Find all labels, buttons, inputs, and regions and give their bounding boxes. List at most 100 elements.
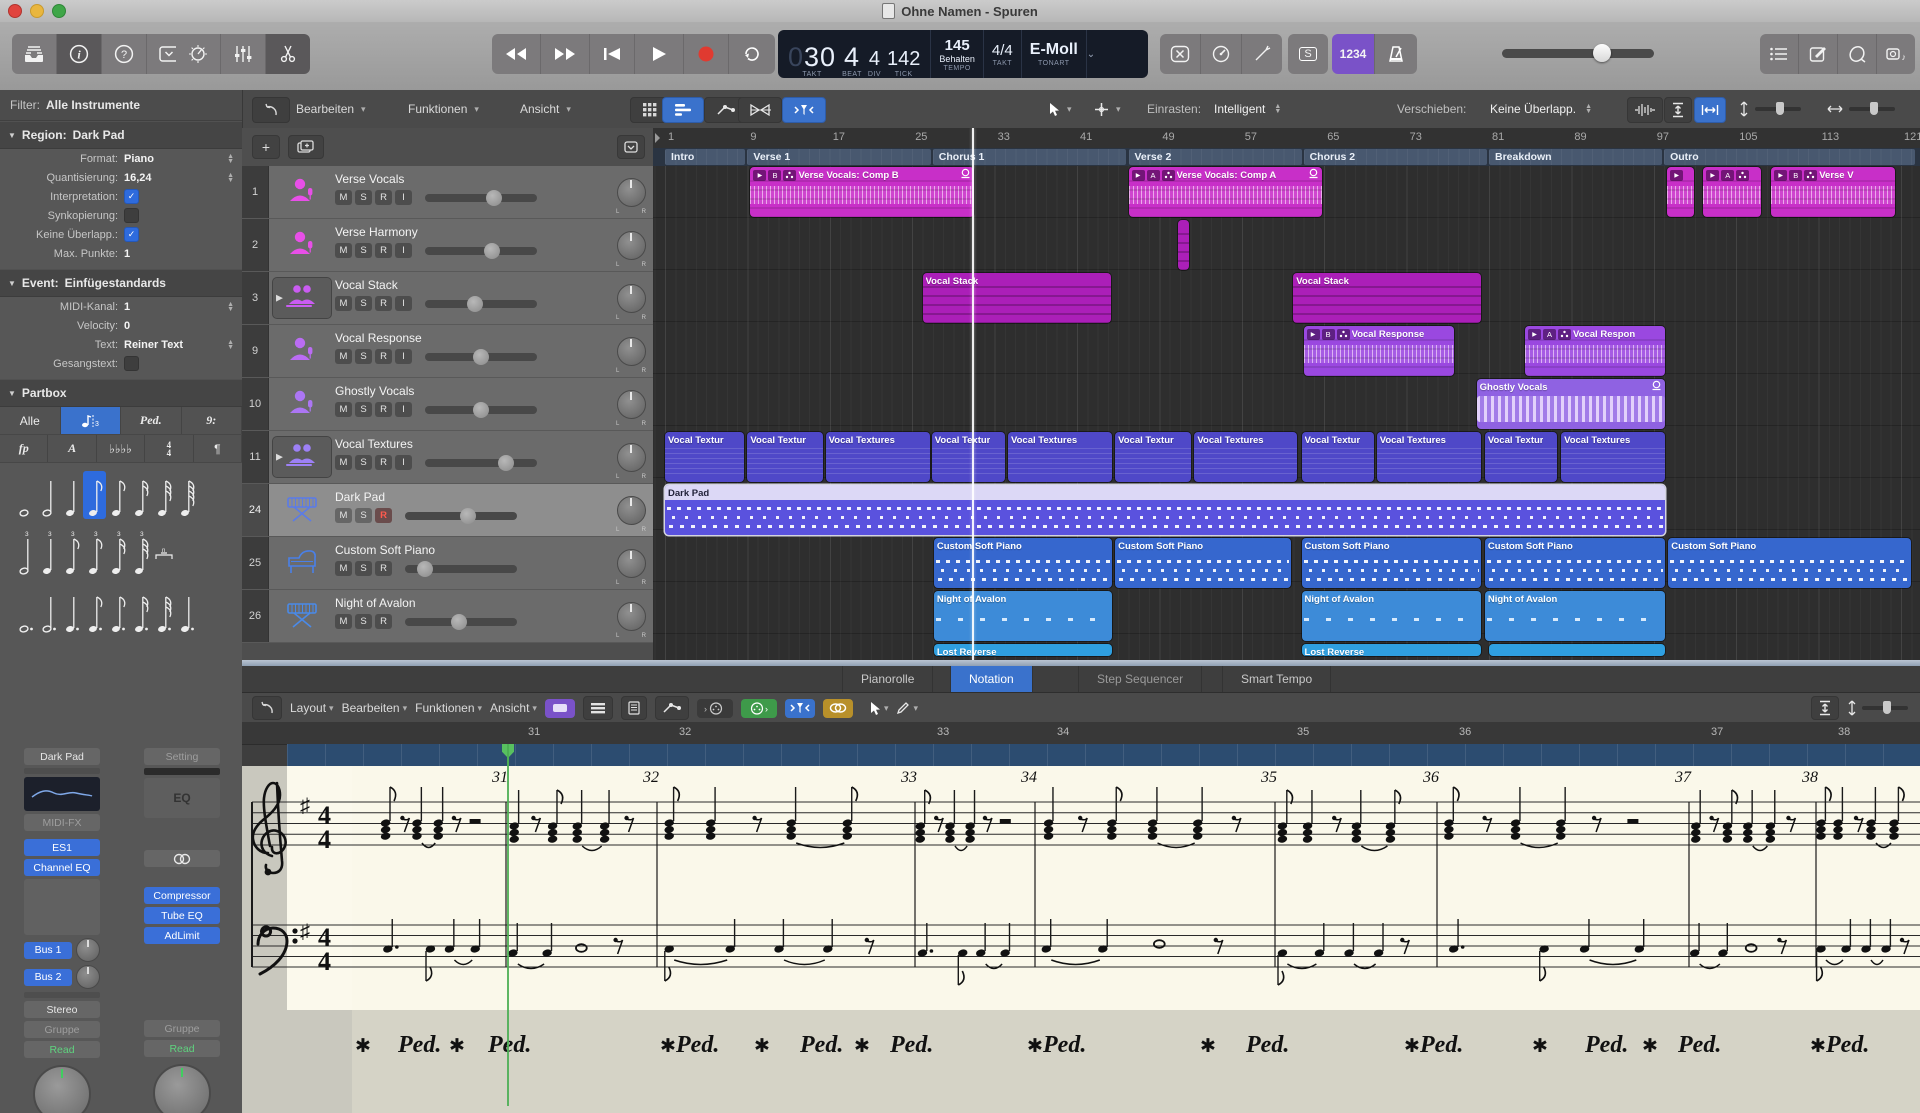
region-header[interactable]: ▼Region:Dark Pad — [0, 121, 242, 149]
play-badge[interactable]: ▶ — [1774, 170, 1787, 181]
region-vocal-textures[interactable]: Vocal Textures — [1194, 432, 1297, 482]
note-duration-cell[interactable] — [129, 587, 152, 635]
quick-help-icon[interactable]: ? — [102, 34, 147, 74]
score-zoom-slider[interactable] — [1847, 700, 1908, 716]
track-row-night-of-avalon[interactable]: 26Night of AvalonMSRLR — [242, 590, 653, 643]
track-pan-knob[interactable]: LR — [609, 537, 653, 589]
tuner-icon[interactable] — [1242, 34, 1282, 74]
track-r-button[interactable]: R — [375, 614, 392, 629]
output-button[interactable]: Stereo — [24, 1001, 100, 1018]
vertical-auto-zoom-button[interactable] — [1664, 97, 1692, 123]
arrange-menu-bearbeiten[interactable]: Bearbeiten▾ — [296, 97, 366, 121]
region-vocal-textur[interactable]: Vocal Textur — [1302, 432, 1374, 482]
partbox-tab[interactable]: A — [48, 435, 96, 462]
channel-eq-slot[interactable]: Channel EQ — [24, 859, 100, 876]
midi-in-button[interactable]: › — [697, 699, 733, 718]
region-custom-soft-piano[interactable]: Custom Soft Piano — [1668, 538, 1911, 588]
count-in-button[interactable]: 1234 — [1332, 34, 1375, 74]
editors-icon[interactable] — [266, 34, 310, 74]
track-volume-slider[interactable] — [425, 406, 537, 414]
note-duration-cell[interactable] — [14, 587, 37, 635]
play-badge[interactable]: ▶ — [1528, 329, 1541, 340]
field-value[interactable]: 0 — [124, 320, 242, 332]
note-duration-cell[interactable] — [14, 471, 37, 519]
take-letter-badge[interactable]: B — [1789, 170, 1802, 181]
horizontal-zoom-slider[interactable] — [1827, 97, 1895, 121]
stepper-control[interactable]: ▲▼ — [227, 154, 234, 164]
score-region-strip[interactable] — [287, 744, 1920, 766]
play-badge[interactable]: ▶ — [1132, 170, 1145, 181]
region-vocal-stack[interactable]: Vocal Stack — [923, 273, 1111, 323]
track-i-button[interactable]: I — [395, 190, 412, 205]
field-value[interactable]: Reiner Text — [124, 339, 227, 351]
waveform-zoom-button[interactable] — [1627, 97, 1663, 123]
region-vocal-respon[interactable]: ▶AVocal Respon — [1525, 326, 1665, 376]
checkbox[interactable]: ✓ — [124, 189, 139, 204]
arrange-menu-funktionen[interactable]: Funktionen▾ — [408, 97, 479, 121]
track-pan-knob[interactable]: LR — [609, 378, 653, 430]
track-header-options-button[interactable] — [617, 135, 645, 159]
tab-step-sequencer[interactable]: Step Sequencer — [1078, 666, 1202, 692]
partbox-tab[interactable]: Ped. — [121, 407, 182, 434]
pan-knob[interactable] — [33, 1065, 91, 1113]
region-custom-soft-piano[interactable]: Custom Soft Piano — [934, 538, 1112, 588]
score-menu-layout[interactable]: Layout▾ — [290, 701, 334, 715]
page-view-button[interactable] — [621, 696, 647, 720]
marker-verse-2[interactable]: Verse 2 — [1129, 149, 1302, 165]
track-row-vocal-response[interactable]: 9Vocal ResponseMSRILR — [242, 325, 653, 378]
snap-value-dropdown[interactable]: Intelligent▲▼ — [1214, 97, 1281, 121]
score-automation-button[interactable] — [655, 696, 689, 720]
track-view-icon[interactable] — [662, 97, 704, 123]
marker-intro[interactable]: Intro — [665, 149, 745, 165]
lcd-display[interactable]: 030TAKT4BEAT4DIV142TICK145BehaltenTEMPO4… — [778, 30, 1148, 78]
region-vocal-textur[interactable]: Vocal Textur — [665, 432, 744, 482]
note-duration-cell[interactable]: 3 — [83, 529, 106, 577]
go-to-beginning-button[interactable] — [590, 34, 635, 74]
track-pan-knob[interactable]: LR — [609, 484, 653, 536]
region-stack[interactable] — [1178, 220, 1189, 270]
tab-pianorolle[interactable]: Pianorolle — [842, 666, 933, 692]
metronome-button[interactable] — [1375, 34, 1417, 74]
plugin-slot[interactable]: Tube EQ — [144, 907, 220, 924]
track-pan-knob[interactable]: LR — [609, 219, 653, 271]
marker-verse-1[interactable]: Verse 1 — [747, 149, 930, 165]
note-duration-cell[interactable]: n — [152, 529, 175, 577]
takes-badge[interactable] — [1804, 170, 1817, 181]
region-vocal-response[interactable]: ▶BVocal Response — [1304, 326, 1454, 376]
score-menu-bearbeiten[interactable]: Bearbeiten▾ — [342, 701, 408, 715]
track-row-ghostly-vocals[interactable]: 10Ghostly VocalsMSRILR — [242, 378, 653, 431]
region-dark-pad[interactable]: Dark Pad — [665, 485, 1665, 535]
track-r-button[interactable]: R — [375, 455, 392, 470]
note-duration-cell[interactable] — [60, 587, 83, 635]
note-duration-cell[interactable] — [83, 471, 106, 519]
track-name[interactable]: Night of Avalon — [335, 596, 609, 610]
takes-badge[interactable] — [1162, 170, 1175, 181]
track-volume-slider[interactable] — [425, 247, 537, 255]
filter-row[interactable]: Filter:Alle Instrumente — [0, 90, 242, 121]
region-ghostly-vocals[interactable]: Ghostly Vocals — [1477, 379, 1665, 429]
track-pan-knob[interactable]: LR — [609, 272, 653, 324]
note-duration-cell[interactable] — [37, 587, 60, 635]
note-duration-cell[interactable] — [106, 587, 129, 635]
track-r-button[interactable]: R — [375, 402, 392, 417]
track-name[interactable]: Ghostly Vocals — [335, 384, 609, 398]
stepper-control[interactable]: ▲▼ — [227, 302, 234, 312]
smart-controls-icon[interactable] — [176, 34, 221, 74]
note-duration-cell[interactable] — [129, 471, 152, 519]
track-s-button[interactable]: S — [355, 349, 372, 364]
track-s-button[interactable]: S — [355, 455, 372, 470]
pointer-tool[interactable]: ▾ — [1048, 97, 1072, 121]
track-name[interactable]: Vocal Stack — [335, 278, 609, 292]
track-i-button[interactable]: I — [395, 243, 412, 258]
score-pointer-tool[interactable]: ▾ — [869, 701, 889, 716]
tab-notation[interactable]: Notation — [950, 666, 1033, 692]
note-duration-cell[interactable] — [37, 471, 60, 519]
region-lost-reverse[interactable]: Lost Reverse — [1302, 644, 1481, 656]
track-volume-slider[interactable] — [405, 512, 517, 520]
track-m-button[interactable]: M — [335, 508, 352, 523]
track-volume-slider[interactable] — [425, 194, 537, 202]
region-row[interactable]: Max. Punkte:1 — [0, 244, 242, 263]
partbox-tab[interactable]: ¶ — [194, 435, 242, 462]
horizontal-auto-zoom-button[interactable] — [1694, 97, 1726, 123]
play-badge[interactable]: ▶ — [753, 170, 766, 181]
